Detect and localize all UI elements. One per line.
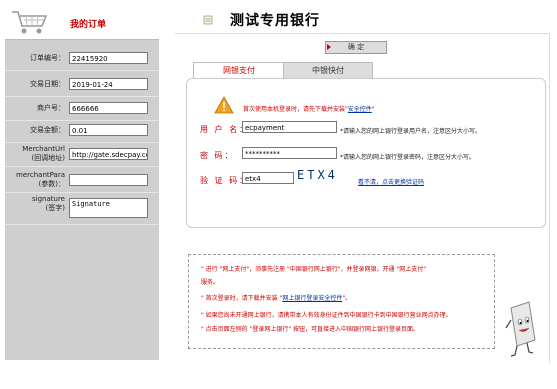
order-field-label: merchantPara (参数)：	[16, 171, 65, 188]
row-divider	[5, 96, 159, 97]
order-field-input[interactable]: http://gate.sdecpay.com	[69, 148, 148, 160]
note-line: " 首次登录时，请下载并安装 "网上银行登录安全控件"。	[201, 293, 351, 302]
note-line: " 如果您尚未开通网上银行，请携带本人有效身份证件到中国银行卡到中国银行营业网点…	[201, 310, 452, 319]
document-icon	[203, 15, 213, 25]
note-line: " 点击页面左侧的 "登录网上银行" 按钮，可直接进入中国银行网上银行登录页面。	[201, 324, 419, 333]
row-divider	[5, 70, 159, 71]
warning-text: 首次使用本机登录时，请先下载并安装	[243, 106, 346, 113]
warning-message: 首次使用本机登录时，请先下载并安装"安全控件"	[243, 106, 375, 113]
order-field-input[interactable]	[69, 174, 148, 186]
tab-online-banking[interactable]: 网银支付	[193, 62, 285, 78]
row-divider	[5, 192, 159, 193]
card-mascot-icon	[505, 301, 536, 357]
shopping-cart-icon	[12, 11, 48, 34]
order-field-label: signature (签字)	[32, 195, 65, 212]
order-field-input[interactable]: 22415920	[69, 52, 148, 64]
note-text: " 首次登录时，请下载并安装 "	[201, 295, 283, 302]
note-text: " 如果您尚未开通网上银行，请携带本人有效身份证件到中国银行卡到中国银行营业网点…	[201, 312, 452, 319]
security-control-link[interactable]: 网上银行登录安全控件	[282, 295, 342, 302]
order-field-label: 交易金额：	[30, 126, 65, 134]
arrow-right-icon	[327, 44, 331, 50]
order-field-label: 商户号：	[37, 104, 65, 112]
note-text: "。	[342, 295, 352, 302]
password-input[interactable]: **********	[242, 147, 337, 159]
note-text: " 进行 "网上支付"，须事先注册 "中国银行网上银行"，并登录网银，开通 "网…	[201, 266, 426, 273]
warning-icon	[214, 96, 234, 114]
captcha-input[interactable]: etx4	[242, 172, 294, 184]
note-line: 服务。	[201, 277, 219, 286]
row-divider	[5, 120, 159, 121]
order-field-input[interactable]: 666666	[69, 102, 148, 114]
order-field-label: 交易日期：	[30, 80, 65, 88]
tab-quick-pay[interactable]: 中银快付	[283, 62, 373, 79]
username-input[interactable]: ecpayment	[242, 121, 337, 133]
divider	[175, 33, 550, 34]
note-text: 服务。	[201, 279, 220, 286]
divider	[549, 33, 550, 363]
password-label: 密 码：	[200, 151, 235, 160]
note-line: " 进行 "网上支付"，须事先注册 "中国银行网上银行"，并登录网银，开通 "网…	[201, 264, 426, 273]
security-control-link[interactable]: 安全控件	[348, 106, 372, 113]
note-text: " 点击页面左侧的 "登录网上银行" 按钮，可直接进入中国银行网上银行登录页面。	[201, 326, 420, 333]
refresh-captcha-link[interactable]: 看不清，点击更换验证码	[358, 177, 424, 186]
order-field-input[interactable]: 2019-01-24	[69, 78, 148, 90]
order-field-label: 订单编号：	[30, 54, 65, 62]
bank-title: 测试专用银行	[230, 13, 320, 29]
username-hint: *请输入您的网上银行登录用户名，注意区分大小写。	[340, 128, 482, 135]
order-field-label: MerchantUrl (回调地址)	[22, 145, 65, 162]
captcha-image: ETX4	[297, 168, 338, 182]
confirm-button[interactable]: 确 定	[325, 41, 387, 54]
order-field-input[interactable]: 0.01	[69, 124, 148, 136]
row-divider	[5, 166, 159, 167]
order-field-input[interactable]: Signature	[69, 198, 148, 218]
password-hint: *请输入您的网上银行登录密码，注意区分大小写。	[340, 154, 476, 161]
row-divider	[5, 224, 159, 225]
order-title: 我的订单	[70, 20, 107, 30]
row-divider	[5, 142, 159, 143]
